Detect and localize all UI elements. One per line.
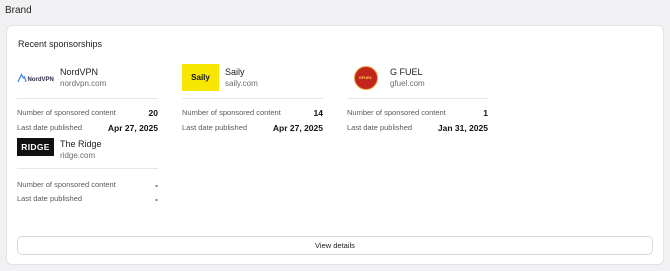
brand-domain: saily.com [225,79,258,88]
ridge-logo-text: RIDGE [21,142,50,152]
gfuel-logo: GFUEL [347,64,384,91]
stat-count-row: Number of sponsored content - [17,180,158,192]
stat-count-row: Number of sponsored content 20 [17,108,158,120]
brand-saily[interactable]: Saily Saily saily.com Number of sponsore… [182,64,323,133]
stat-count-row: Number of sponsored content 14 [182,108,323,120]
stat-date-value: Apr 27, 2025 [107,123,158,133]
divider [17,98,158,99]
brand-name: G FUEL [390,67,423,77]
stat-count-label: Number of sponsored content [17,108,116,117]
stat-date-value: - [155,194,158,204]
brand-ridge[interactable]: RIDGE The Ridge ridge.com Number of spon… [17,136,158,204]
stat-date-label: Last date published [17,194,83,203]
stat-count-value: 1 [483,108,488,118]
nordvpn-logo: NordVPN [17,64,54,91]
stat-date-label: Last date published [182,123,248,132]
brand-domain: nordvpn.com [60,79,107,88]
saily-logo-text: Saily [191,73,210,82]
stat-date-row: Last date published - [17,194,158,206]
stat-count-label: Number of sponsored content [347,108,446,117]
view-details-button[interactable]: View details [17,236,653,255]
card-title: Recent sponsorships [18,39,103,49]
divider [182,98,323,99]
stat-count-value: 14 [313,108,323,118]
brand-name: The Ridge [60,139,102,149]
brand-name: NordVPN [60,67,99,77]
stat-date-row: Last date published Apr 27, 2025 [17,123,158,135]
brand-name: Saily [225,67,245,77]
brand-domain: ridge.com [60,151,96,160]
stat-count-row: Number of sponsored content 1 [347,108,488,120]
brand-nordvpn[interactable]: NordVPN NordVPN nordvpn.com Number of sp… [17,64,158,133]
section-title: Brand [5,5,32,16]
stat-count-label: Number of sponsored content [17,180,116,189]
divider [17,168,158,169]
gfuel-logo-text: GFUEL [358,75,373,80]
divider [347,98,488,99]
stat-date-row: Last date published Apr 27, 2025 [182,123,323,135]
brand-domain: gfuel.com [390,79,425,88]
brand-gfuel[interactable]: GFUEL G FUEL gfuel.com Number of sponsor… [347,64,488,133]
ridge-logo: RIDGE [17,138,54,156]
nordvpn-logo-text: NordVPN [28,77,54,83]
stat-date-value: Apr 27, 2025 [272,123,323,133]
stat-date-label: Last date published [17,123,83,132]
stat-count-value: 20 [148,108,158,118]
saily-logo: Saily [182,64,219,91]
stat-count-value: - [155,180,158,190]
stat-date-value: Jan 31, 2025 [437,123,488,133]
stat-date-row: Last date published Jan 31, 2025 [347,123,488,135]
sponsorships-card: Recent sponsorships NordVPN NordVPN nord… [6,25,664,265]
stat-date-label: Last date published [347,123,413,132]
stat-count-label: Number of sponsored content [182,108,281,117]
